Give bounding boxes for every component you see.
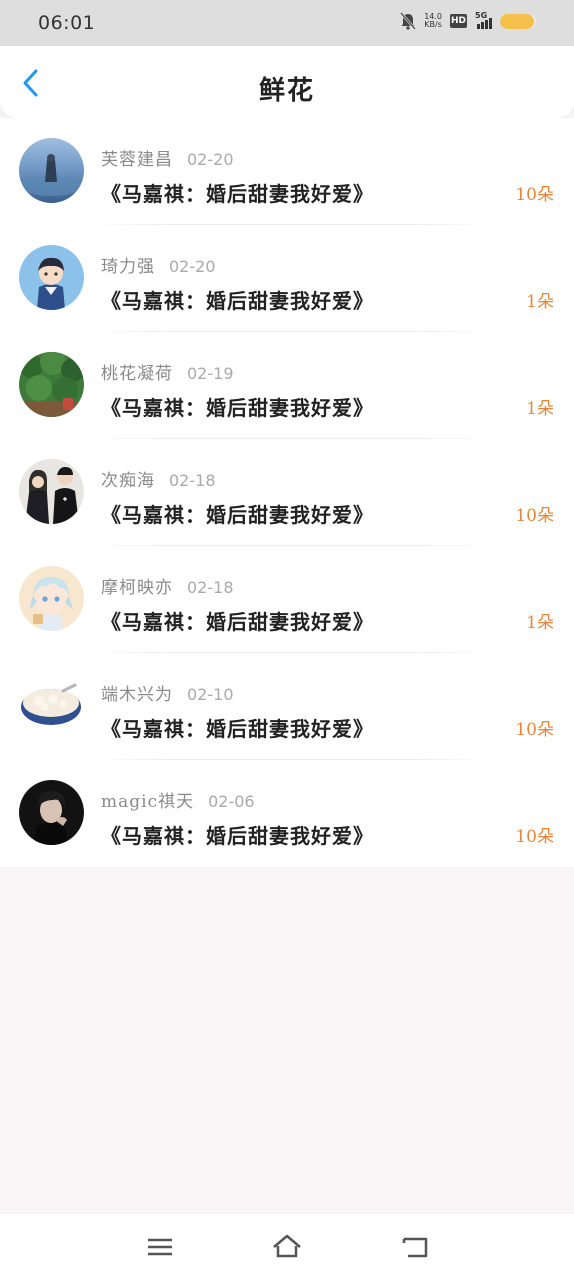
status-time: 06:01 bbox=[38, 12, 96, 34]
avatar[interactable] bbox=[19, 245, 84, 310]
list-item[interactable]: 桃花凝荷 02-19 《马嘉祺：婚后甜妻我好爱》 1朵 bbox=[0, 332, 574, 439]
avatar[interactable] bbox=[19, 459, 84, 524]
net-speed-unit: KB/s bbox=[424, 20, 442, 29]
net-speed: 14.0 KB/s bbox=[424, 13, 442, 29]
flower-count: 10朵 bbox=[515, 827, 554, 847]
user-name: 次痴海 02-18 bbox=[101, 466, 216, 491]
bell-muted-icon bbox=[400, 12, 417, 30]
list-item[interactable]: magic祺天 02-06 《马嘉祺：婚后甜妻我好爱》 10朵 bbox=[0, 760, 574, 867]
hd-icon: HD bbox=[450, 14, 467, 28]
user-name: magic祺天 02-06 bbox=[101, 787, 255, 812]
home-icon bbox=[273, 1234, 301, 1258]
back-nav-button[interactable] bbox=[400, 1232, 430, 1262]
avatar[interactable] bbox=[19, 138, 84, 203]
user-name: 桃花凝荷 02-19 bbox=[101, 359, 234, 384]
user-name-text: 芙蓉建昌 bbox=[101, 150, 173, 170]
battery-icon bbox=[500, 13, 536, 29]
user-name: 芙蓉建昌 02-20 bbox=[101, 145, 234, 170]
avatar[interactable] bbox=[19, 673, 84, 738]
user-name-text: 次痴海 bbox=[101, 471, 155, 491]
date: 02-10 bbox=[187, 685, 234, 704]
user-name-text: magic祺天 bbox=[101, 792, 195, 812]
status-icons: 14.0 KB/s HD 5G bbox=[400, 11, 536, 30]
book-title[interactable]: 《马嘉祺：婚后甜妻我好爱》 bbox=[101, 499, 374, 528]
flower-count: 1朵 bbox=[526, 292, 554, 312]
flower-count: 10朵 bbox=[515, 185, 554, 205]
back-nav-icon bbox=[402, 1237, 428, 1258]
user-name-text: 桃花凝荷 bbox=[101, 364, 173, 384]
avatar[interactable] bbox=[19, 352, 84, 417]
list-item[interactable]: 琦力强 02-20 《马嘉祺：婚后甜妻我好爱》 1朵 bbox=[0, 225, 574, 332]
avatar[interactable] bbox=[19, 780, 84, 845]
date: 02-18 bbox=[187, 578, 234, 597]
page-title: 鲜花 bbox=[258, 76, 315, 106]
book-title[interactable]: 《马嘉祺：婚后甜妻我好爱》 bbox=[101, 178, 374, 207]
flower-count: 10朵 bbox=[515, 506, 554, 526]
header: 鲜花 bbox=[0, 46, 574, 118]
list-item[interactable]: 次痴海 02-18 《马嘉祺：婚后甜妻我好爱》 10朵 bbox=[0, 439, 574, 546]
flower-count: 10朵 bbox=[515, 720, 554, 740]
signal-icon: 5G bbox=[475, 11, 492, 29]
list-item[interactable]: 摩柯映亦 02-18 《马嘉祺：婚后甜妻我好爱》 1朵 bbox=[0, 546, 574, 653]
home-button[interactable] bbox=[271, 1232, 301, 1262]
date: 02-06 bbox=[208, 792, 255, 811]
system-nav-bar bbox=[0, 1214, 574, 1280]
book-title[interactable]: 《马嘉祺：婚后甜妻我好爱》 bbox=[101, 285, 374, 314]
avatar[interactable] bbox=[19, 566, 84, 631]
user-name: 琦力强 02-20 bbox=[101, 252, 216, 277]
book-title[interactable]: 《马嘉祺：婚后甜妻我好爱》 bbox=[101, 820, 374, 849]
user-name-text: 摩柯映亦 bbox=[101, 578, 173, 598]
user-name: 摩柯映亦 02-18 bbox=[101, 573, 234, 598]
book-title[interactable]: 《马嘉祺：婚后甜妻我好爱》 bbox=[101, 713, 374, 742]
menu-icon bbox=[148, 1238, 172, 1256]
date: 02-20 bbox=[187, 150, 234, 169]
list-item[interactable]: 端木兴为 02-10 《马嘉祺：婚后甜妻我好爱》 10朵 bbox=[0, 653, 574, 760]
network-label: 5G bbox=[475, 11, 488, 20]
flower-count: 1朵 bbox=[526, 399, 554, 419]
status-bar: 06:01 14.0 KB/s HD 5G bbox=[0, 0, 574, 46]
date: 02-20 bbox=[169, 257, 216, 276]
battery-fill bbox=[500, 13, 535, 29]
book-title[interactable]: 《马嘉祺：婚后甜妻我好爱》 bbox=[101, 606, 374, 635]
menu-button[interactable] bbox=[145, 1232, 175, 1262]
date: 02-19 bbox=[187, 364, 234, 383]
flower-list: 芙蓉建昌 02-20 《马嘉祺：婚后甜妻我好爱》 10朵 琦力强 02-20 《马嘉… bbox=[0, 118, 574, 867]
date: 02-18 bbox=[169, 471, 216, 490]
user-name-text: 琦力强 bbox=[101, 257, 155, 277]
book-title[interactable]: 《马嘉祺：婚后甜妻我好爱》 bbox=[101, 392, 374, 421]
user-name: 端木兴为 02-10 bbox=[101, 680, 234, 705]
flower-count: 1朵 bbox=[526, 613, 554, 633]
user-name-text: 端木兴为 bbox=[101, 685, 173, 705]
list-item[interactable]: 芙蓉建昌 02-20 《马嘉祺：婚后甜妻我好爱》 10朵 bbox=[0, 118, 574, 225]
